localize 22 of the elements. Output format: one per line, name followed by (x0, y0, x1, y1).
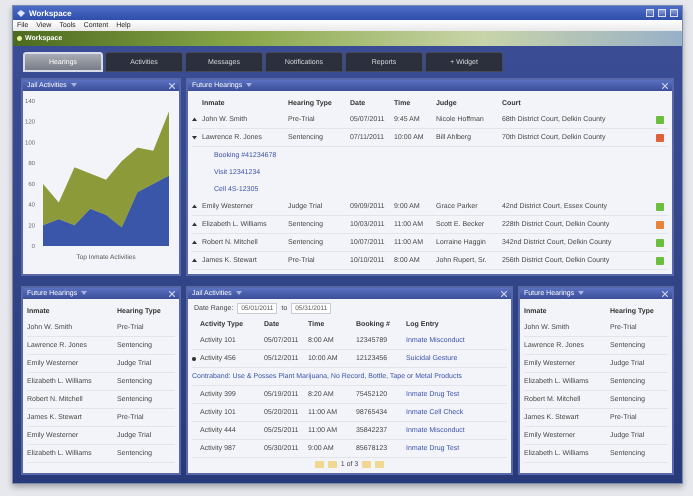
expand-icon[interactable] (192, 258, 197, 263)
expand-icon[interactable] (192, 117, 197, 122)
close-icon[interactable] (501, 290, 507, 296)
caret-icon[interactable] (236, 291, 242, 296)
window-title: Workspace (29, 8, 72, 18)
minimize-button[interactable] (646, 9, 654, 17)
caret-icon[interactable] (81, 291, 88, 296)
caret-icon[interactable] (246, 83, 252, 88)
expand-icon[interactable] (192, 204, 197, 209)
caret-icon[interactable] (70, 83, 77, 88)
close-button[interactable] (670, 9, 678, 17)
collapse-icon[interactable] (192, 135, 197, 140)
workspace-icon (17, 36, 22, 41)
caret-icon[interactable] (578, 291, 584, 296)
close-icon[interactable] (169, 290, 175, 296)
expand-icon[interactable] (192, 240, 197, 245)
close-icon[interactable] (662, 82, 668, 88)
expand-icon[interactable] (192, 222, 197, 227)
app-icon (17, 10, 25, 16)
maximize-button[interactable] (658, 9, 666, 17)
close-icon[interactable] (662, 290, 668, 296)
close-icon[interactable] (169, 82, 175, 88)
